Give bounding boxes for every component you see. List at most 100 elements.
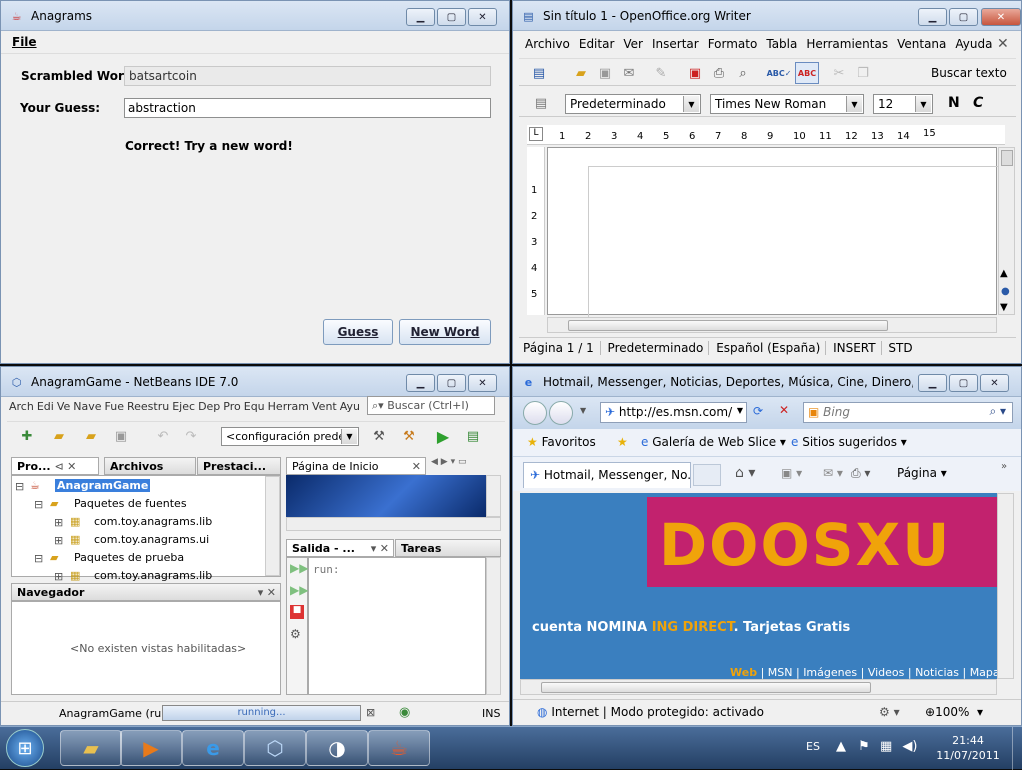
new-file-icon[interactable]: ✚ <box>17 426 37 446</box>
open-folder-icon[interactable]: ▰ <box>571 63 591 83</box>
feeds-icon[interactable]: ▣ ▾ <box>781 466 802 480</box>
menu-formato[interactable]: Formato <box>708 37 758 51</box>
guess-button[interactable]: Guess <box>323 319 393 345</box>
tree-item-test-packages[interactable]: Paquetes de prueba <box>74 551 184 564</box>
minimize-button[interactable]: ▁ <box>918 374 947 392</box>
flag-icon[interactable]: ⚑ <box>858 739 870 754</box>
tab-start-page[interactable]: Página de Inicio ✕ <box>286 457 426 475</box>
netbeans-titlebar[interactable]: ⬡ AnagramGame - NetBeans IDE 7.0 ▁ ▢ ✕ <box>1 367 509 397</box>
copy-icon[interactable]: ❐ <box>853 63 873 83</box>
stop-icon[interactable]: ✕ <box>779 403 789 417</box>
taskbar-java[interactable]: ☕ <box>368 730 430 766</box>
link-news[interactable]: Noticias <box>915 666 959 679</box>
tree-expand-icon[interactable]: ⊞ <box>54 570 63 583</box>
tree-item-package-ui[interactable]: com.toy.anagrams.ui <box>94 533 209 546</box>
link-maps[interactable]: Mapas <box>970 666 997 679</box>
minimize-button[interactable]: ▁ <box>918 8 947 26</box>
save-icon[interactable]: ▣ <box>595 63 615 83</box>
link-images[interactable]: Imágenes <box>803 666 857 679</box>
new-word-button[interactable]: New Word <box>399 319 491 345</box>
taskbar-media-player[interactable]: ▶ <box>120 730 182 766</box>
spellcheck-icon[interactable]: ABC✓ <box>767 63 792 83</box>
preview-icon[interactable]: ⌕ <box>733 63 753 83</box>
ad-banner[interactable]: DOOSXU <box>647 497 997 587</box>
menu-herramientas[interactable]: Herramientas <box>806 37 888 51</box>
menu-file[interactable]: File <box>12 35 37 49</box>
minimize-button[interactable]: ▁ <box>406 374 435 392</box>
save-all-icon[interactable]: ▣ <box>111 426 131 446</box>
taskbar-ie[interactable]: e <box>182 730 244 766</box>
link-msn[interactable]: MSN <box>768 666 793 679</box>
ad-text[interactable]: cuenta NOMINA ING DIRECT. Tarjetas Grati… <box>532 620 850 635</box>
browser-tab[interactable]: ✈ Hotmail, Messenger, No... <box>523 462 691 488</box>
tree-item-package-lib[interactable]: com.toy.anagrams.lib <box>94 515 212 528</box>
settings-icon[interactable]: ⚙ <box>290 627 301 641</box>
new-project-icon[interactable]: ▰ <box>49 426 69 446</box>
autospell-icon[interactable]: ABC <box>795 62 819 84</box>
document-area[interactable] <box>547 147 998 326</box>
run-icon[interactable]: ▶ <box>433 426 453 446</box>
menu-ayuda[interactable]: Ayuda <box>955 37 992 51</box>
styles-icon[interactable]: ▤ <box>531 93 551 113</box>
config-select[interactable]: <configuración prede... ▼ <box>221 427 359 446</box>
address-bar[interactable]: ✈ http://es.msn.com/ ▼ <box>600 402 747 423</box>
show-desktop-button[interactable] <box>1012 727 1022 770</box>
zoom-control[interactable]: ⊕100% ▾ <box>925 705 983 719</box>
ruler-tab-icon[interactable]: L <box>529 127 543 141</box>
history-dropdown-icon[interactable]: ▼ <box>580 406 586 415</box>
cut-icon[interactable]: ✂ <box>829 63 849 83</box>
email-icon[interactable]: ✉ <box>619 63 639 83</box>
output-scrollbar[interactable] <box>486 557 501 695</box>
tree-expand-icon[interactable]: ⊟ <box>34 552 43 565</box>
close-button[interactable]: ✕ <box>468 374 497 392</box>
italic-button[interactable]: C <box>973 95 983 111</box>
maximize-button[interactable]: ▢ <box>949 374 978 392</box>
font-size-select[interactable]: 12 ▼ <box>873 94 933 114</box>
tree-item-project[interactable]: AnagramGame <box>55 479 151 492</box>
new-document-icon[interactable]: ▤ <box>529 63 549 83</box>
forward-button[interactable] <box>549 401 573 425</box>
edit-icon[interactable]: ✎ <box>651 63 671 83</box>
add-favorite-icon[interactable]: ★ <box>617 435 628 449</box>
search-icon[interactable]: ⌕ ▾ <box>989 404 1006 419</box>
stop-icon[interactable]: ■ <box>290 605 304 619</box>
minimize-button[interactable]: ▁ <box>406 8 435 26</box>
search-box[interactable]: ▣ Bing ⌕ ▾ <box>803 402 1013 423</box>
refresh-icon[interactable]: ⟳ <box>753 404 763 418</box>
print-icon[interactable]: ⎙ <box>709 63 729 83</box>
status-insert[interactable]: INSERT <box>830 341 882 355</box>
start-button[interactable]: ⊞ <box>6 729 44 767</box>
clean-build-icon[interactable]: ⚒ <box>399 426 419 446</box>
tree-expand-icon[interactable]: ⊟ <box>34 498 43 511</box>
start-page-vscroll[interactable] <box>486 475 501 517</box>
rerun-icon[interactable]: ▶▶ <box>290 561 308 575</box>
font-name-select[interactable]: Times New Roman ▼ <box>710 94 864 114</box>
start-page-hscroll[interactable] <box>286 517 501 531</box>
show-hidden-icon[interactable]: ▲ <box>836 739 846 754</box>
anagram-titlebar[interactable]: ☕ Anagrams ▁ ▢ ✕ <box>1 1 509 31</box>
network-icon[interactable]: ▦ <box>880 739 892 754</box>
writer-titlebar[interactable]: ▤ Sin título 1 - OpenOffice.org Writer ▁… <box>513 1 1021 31</box>
language-indicator[interactable]: ES <box>806 740 820 753</box>
tab-projects[interactable]: Pro... ⊲ ✕ <box>11 457 99 475</box>
ie-vscroll[interactable] <box>997 493 1014 679</box>
close-button[interactable]: ✕ <box>981 8 1021 26</box>
cancel-task-icon[interactable]: ⊠ <box>366 706 375 719</box>
back-button[interactable] <box>523 401 547 425</box>
maximize-button[interactable]: ▢ <box>437 8 466 26</box>
build-hammer-icon[interactable]: ⚒ <box>369 426 389 446</box>
taskbar-openoffice[interactable]: ◑ <box>306 730 368 766</box>
tab-scroll-arrows[interactable]: ◀ ▶ ▾ ▭ <box>431 457 501 475</box>
debug-icon[interactable]: ▤ <box>463 426 483 446</box>
menu-archivo[interactable]: Archivo <box>525 37 570 51</box>
open-project-icon[interactable]: ▰ <box>81 426 101 446</box>
close-button[interactable]: ✕ <box>468 8 497 26</box>
tree-expand-icon[interactable]: ⊞ <box>54 516 63 529</box>
web-content[interactable]: DOOSXU cuenta NOMINA ING DIRECT. Tarjeta… <box>520 493 997 679</box>
pdf-icon[interactable]: ▣ <box>685 63 705 83</box>
link-web[interactable]: Web <box>730 666 757 679</box>
paragraph-style-select[interactable]: Predeterminado ▼ <box>565 94 701 114</box>
tab-output[interactable]: Salida - ... ▾ ✕ <box>286 539 394 557</box>
clock[interactable]: 21:44 11/07/2011 <box>928 733 1008 763</box>
menu-insertar[interactable]: Insertar <box>652 37 699 51</box>
